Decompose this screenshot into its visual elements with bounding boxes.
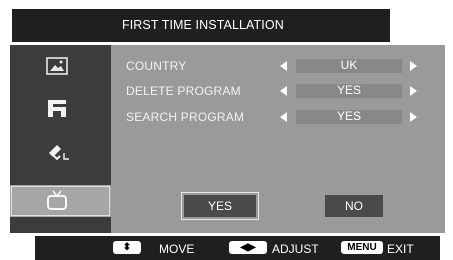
no-button[interactable]: NO [325,195,383,217]
arrow-left-icon[interactable] [280,112,287,122]
picture-icon [46,57,68,75]
arrow-left-icon[interactable] [280,61,287,71]
arrow-right-icon[interactable] [410,61,417,71]
sound-icon [48,100,66,117]
move-hint: MOVE [159,242,195,256]
footer-help-bar: ⬍ MOVE ◀▶ ADJUST MENU EXIT [35,236,440,260]
setting-row-delete-program[interactable]: DELETE PROGRAM YES [126,82,436,100]
setting-row-search-program[interactable]: SEARCH PROGRAM YES [126,108,436,126]
setting-label: DELETE PROGRAM [126,84,241,98]
setting-label: COUNTRY [126,59,187,73]
sidebar-item-channel[interactable] [10,133,111,173]
setting-value: UK [296,58,402,73]
setting-value: YES [296,83,402,98]
adjust-key-icon: ◀▶ [229,241,267,254]
move-key-icon: ⬍ [113,241,141,254]
sidebar-item-picture[interactable] [10,47,111,87]
arrow-right-icon[interactable] [410,86,417,96]
page-title: FIRST TIME INSTALLATION [122,18,284,32]
arrow-right-icon[interactable] [410,112,417,122]
setting-row-country[interactable]: COUNTRY UK [126,57,436,75]
menu-key-icon: MENU [341,241,383,254]
tv-icon [47,190,67,210]
setting-value: YES [296,109,402,124]
adjust-hint: ADJUST [272,242,319,256]
exit-hint: EXIT [387,242,414,256]
setting-label: SEARCH PROGRAM [126,110,245,124]
sidebar [10,45,111,233]
sidebar-item-tv[interactable] [10,185,111,217]
title-bar: FIRST TIME INSTALLATION [12,9,390,42]
yes-button[interactable]: YES [181,192,259,220]
arrow-left-icon[interactable] [280,86,287,96]
satellite-icon [49,145,69,161]
sidebar-item-sound[interactable] [10,88,111,128]
